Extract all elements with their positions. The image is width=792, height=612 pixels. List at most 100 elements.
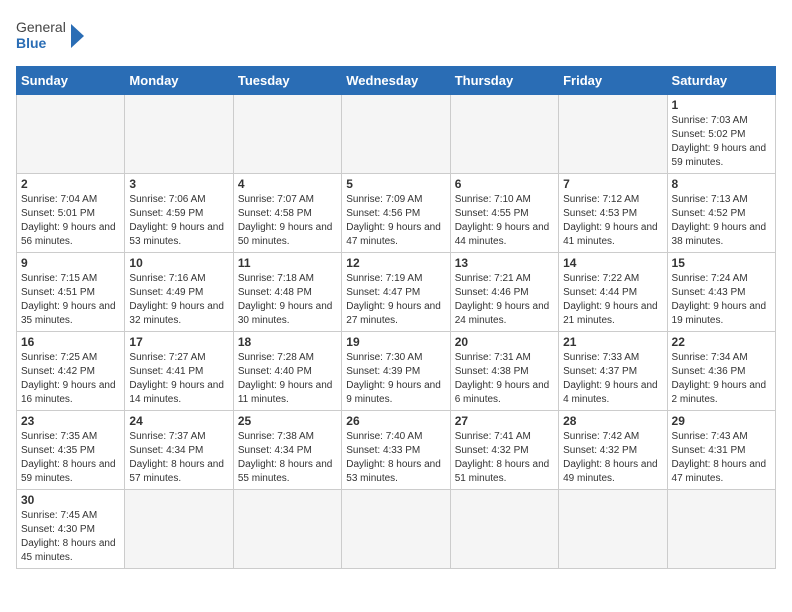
calendar-cell: 8Sunrise: 7:13 AM Sunset: 4:52 PM Daylig… (667, 174, 775, 253)
calendar-week-row: 1Sunrise: 7:03 AM Sunset: 5:02 PM Daylig… (17, 95, 776, 174)
day-number: 19 (346, 335, 445, 349)
day-number: 15 (672, 256, 771, 270)
day-info: Sunrise: 7:27 AM Sunset: 4:41 PM Dayligh… (129, 351, 228, 407)
day-info: Sunrise: 7:30 AM Sunset: 4:39 PM Dayligh… (346, 351, 445, 407)
day-number: 9 (21, 256, 120, 270)
day-number: 30 (21, 493, 120, 507)
day-info: Sunrise: 7:25 AM Sunset: 4:42 PM Dayligh… (21, 351, 120, 407)
day-number: 24 (129, 414, 228, 428)
day-number: 5 (346, 177, 445, 191)
day-info: Sunrise: 7:43 AM Sunset: 4:31 PM Dayligh… (672, 430, 771, 486)
calendar-cell: 3Sunrise: 7:06 AM Sunset: 4:59 PM Daylig… (125, 174, 233, 253)
logo-svg: GeneralBlue (16, 16, 86, 56)
day-info: Sunrise: 7:41 AM Sunset: 4:32 PM Dayligh… (455, 430, 554, 486)
calendar-cell: 18 Sunrise: 7:28 AM Sunset: 4:40 PM Dayli… (233, 332, 341, 411)
header-sunday: Sunday (17, 67, 125, 95)
day-number: 7 (563, 177, 662, 191)
day-info: Sunrise: 7:12 AM Sunset: 4:53 PM Dayligh… (563, 193, 662, 249)
day-info: Sunrise: 7:40 AM Sunset: 4:33 PM Dayligh… (346, 430, 445, 486)
day-info: Sunrise: 7:33 AM Sunset: 4:37 PM Dayligh… (563, 351, 662, 407)
calendar-cell (342, 95, 450, 174)
calendar-header-row: SundayMondayTuesdayWednesdayThursdayFrid… (17, 67, 776, 95)
day-number: 8 (672, 177, 771, 191)
day-info: Sunrise: 7:09 AM Sunset: 4:56 PM Dayligh… (346, 193, 445, 249)
calendar-cell: 25 Sunrise: 7:38 AM Sunset: 4:34 PM Dayli… (233, 411, 341, 490)
day-info: Sunrise: 7:07 AM Sunset: 4:58 PM Dayligh… (238, 193, 337, 249)
calendar-cell (125, 95, 233, 174)
day-info: Sunrise: 7:37 AM Sunset: 4:34 PM Dayligh… (129, 430, 228, 486)
svg-text:Blue: Blue (16, 35, 47, 51)
calendar-cell: 12 Sunrise: 7:19 AM Sunset: 4:47 PM Dayli… (342, 253, 450, 332)
calendar-table: SundayMondayTuesdayWednesdayThursdayFrid… (16, 66, 776, 569)
day-number: 6 (455, 177, 554, 191)
day-number: 22 (672, 335, 771, 349)
day-number: 26 (346, 414, 445, 428)
calendar-cell: 7 Sunrise: 7:12 AM Sunset: 4:53 PM Daylig… (559, 174, 667, 253)
day-info: Sunrise: 7:38 AM Sunset: 4:34 PM Dayligh… (238, 430, 337, 486)
calendar-cell (450, 95, 558, 174)
day-info: Sunrise: 7:45 AM Sunset: 4:30 PM Dayligh… (21, 509, 120, 565)
calendar-week-row: 23 Sunrise: 7:35 AM Sunset: 4:35 PM Dayli… (17, 411, 776, 490)
calendar-week-row: 9Sunrise: 7:15 AM Sunset: 4:51 PM Daylig… (17, 253, 776, 332)
calendar-cell: 23 Sunrise: 7:35 AM Sunset: 4:35 PM Dayli… (17, 411, 125, 490)
day-info: Sunrise: 7:10 AM Sunset: 4:55 PM Dayligh… (455, 193, 554, 249)
logo: GeneralBlue (16, 16, 86, 56)
calendar-cell: 15Sunrise: 7:24 AM Sunset: 4:43 PM Dayli… (667, 253, 775, 332)
day-number: 21 (563, 335, 662, 349)
day-info: Sunrise: 7:34 AM Sunset: 4:36 PM Dayligh… (672, 351, 771, 407)
day-info: Sunrise: 7:04 AM Sunset: 5:01 PM Dayligh… (21, 193, 120, 249)
calendar-cell: 9Sunrise: 7:15 AM Sunset: 4:51 PM Daylig… (17, 253, 125, 332)
calendar-cell: 26 Sunrise: 7:40 AM Sunset: 4:33 PM Dayli… (342, 411, 450, 490)
day-number: 3 (129, 177, 228, 191)
header-monday: Monday (125, 67, 233, 95)
calendar-cell: 13 Sunrise: 7:21 AM Sunset: 4:46 PM Dayli… (450, 253, 558, 332)
day-number: 16 (21, 335, 120, 349)
day-number: 17 (129, 335, 228, 349)
day-info: Sunrise: 7:35 AM Sunset: 4:35 PM Dayligh… (21, 430, 120, 486)
day-number: 27 (455, 414, 554, 428)
day-number: 23 (21, 414, 120, 428)
calendar-cell: 2 Sunrise: 7:04 AM Sunset: 5:01 PM Daylig… (17, 174, 125, 253)
header-tuesday: Tuesday (233, 67, 341, 95)
calendar-cell: 28 Sunrise: 7:42 AM Sunset: 4:32 PM Dayli… (559, 411, 667, 490)
day-number: 13 (455, 256, 554, 270)
header-wednesday: Wednesday (342, 67, 450, 95)
calendar-cell: 20 Sunrise: 7:31 AM Sunset: 4:38 PM Dayli… (450, 332, 558, 411)
day-info: Sunrise: 7:31 AM Sunset: 4:38 PM Dayligh… (455, 351, 554, 407)
calendar-cell (342, 490, 450, 569)
day-number: 29 (672, 414, 771, 428)
day-info: Sunrise: 7:18 AM Sunset: 4:48 PM Dayligh… (238, 272, 337, 328)
day-info: Sunrise: 7:21 AM Sunset: 4:46 PM Dayligh… (455, 272, 554, 328)
calendar-cell (559, 490, 667, 569)
day-info: Sunrise: 7:19 AM Sunset: 4:47 PM Dayligh… (346, 272, 445, 328)
calendar-cell (17, 95, 125, 174)
calendar-cell: 27 Sunrise: 7:41 AM Sunset: 4:32 PM Dayli… (450, 411, 558, 490)
day-info: Sunrise: 7:16 AM Sunset: 4:49 PM Dayligh… (129, 272, 228, 328)
day-info: Sunrise: 7:42 AM Sunset: 4:32 PM Dayligh… (563, 430, 662, 486)
svg-text:General: General (16, 19, 66, 35)
calendar-cell: 5 Sunrise: 7:09 AM Sunset: 4:56 PM Daylig… (342, 174, 450, 253)
day-info: Sunrise: 7:22 AM Sunset: 4:44 PM Dayligh… (563, 272, 662, 328)
calendar-cell: 29 Sunrise: 7:43 AM Sunset: 4:31 PM Dayli… (667, 411, 775, 490)
calendar-cell: 4 Sunrise: 7:07 AM Sunset: 4:58 PM Daylig… (233, 174, 341, 253)
calendar-cell (233, 95, 341, 174)
day-number: 25 (238, 414, 337, 428)
calendar-cell: 17 Sunrise: 7:27 AM Sunset: 4:41 PM Dayli… (125, 332, 233, 411)
calendar-cell: 10Sunrise: 7:16 AM Sunset: 4:49 PM Dayli… (125, 253, 233, 332)
day-number: 4 (238, 177, 337, 191)
day-number: 20 (455, 335, 554, 349)
day-number: 14 (563, 256, 662, 270)
header: GeneralBlue (16, 16, 776, 56)
day-info: Sunrise: 7:28 AM Sunset: 4:40 PM Dayligh… (238, 351, 337, 407)
day-number: 18 (238, 335, 337, 349)
header-friday: Friday (559, 67, 667, 95)
header-saturday: Saturday (667, 67, 775, 95)
day-number: 28 (563, 414, 662, 428)
calendar-cell: 16 Sunrise: 7:25 AM Sunset: 4:42 PM Dayli… (17, 332, 125, 411)
day-number: 2 (21, 177, 120, 191)
calendar-cell (559, 95, 667, 174)
calendar-cell: 24 Sunrise: 7:37 AM Sunset: 4:34 PM Dayli… (125, 411, 233, 490)
day-number: 12 (346, 256, 445, 270)
header-thursday: Thursday (450, 67, 558, 95)
day-info: Sunrise: 7:03 AM Sunset: 5:02 PM Dayligh… (672, 114, 771, 170)
